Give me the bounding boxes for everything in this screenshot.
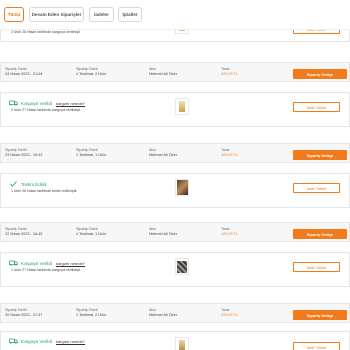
tab-ongoing-orders[interactable]: Devam Eden Siparişler	[29, 7, 84, 22]
shipment-status-text: Kargoya Verildi	[21, 338, 52, 344]
product-thumbnail[interactable]	[175, 179, 189, 196]
delivery-note: 1 ürün 27 Nisan tarihinde kargoya verilm…	[11, 268, 80, 272]
order-card: Sipariş Tarihi 20 Nisan 2023 - 07:47 Sipa…	[0, 303, 350, 350]
order-card: Sipariş Tarihi 22 Nisan 2023 - 16:45 Sipa…	[0, 222, 350, 287]
return-request-button[interactable]: İade Talebi	[293, 102, 340, 112]
shipment-status-text: Teslim Edildi	[21, 181, 47, 187]
shipment-box: Teslim Edildi 1 ürün 26 Nisan tarihinde …	[0, 173, 350, 208]
delivery-note: 2 ürün 27 Nisan tarihinde kargoya verilm…	[11, 108, 80, 112]
truck-icon	[9, 338, 18, 344]
order-header: Sipariş Tarihi 22 Nisan 2023 - 16:45 Sipa…	[0, 222, 350, 242]
return-request-button[interactable]: İade Talebi	[293, 262, 340, 272]
order-summary: 1 Teslimat, 2 Ürün	[76, 72, 107, 77]
shipment-status: Kargoya Verildi kargom nerede?	[9, 338, 85, 344]
check-icon	[10, 181, 17, 187]
delivery-note: 1 ürün 26 Nisan tarihinde teslim edilmiş…	[11, 189, 78, 193]
delivery-note: 2 ürün 26 Nisan tarihinde kargoya verilm…	[11, 30, 80, 34]
order-total: 429,00 TL	[221, 153, 239, 158]
shipment-status-text: Kargoya Verildi	[21, 100, 52, 106]
order-summary: 1 Teslimat, 2 Ürün	[76, 313, 107, 318]
order-total: 229,00 TL	[221, 313, 239, 318]
tab-returns[interactable]: İadeler	[89, 7, 114, 22]
tab-all[interactable]: Tümü	[4, 7, 24, 22]
order-card: Sipariş Tarihi 24 Nisan 2023 - 01:04 Sipa…	[0, 62, 350, 127]
product-thumbnail[interactable]	[175, 98, 189, 115]
truck-icon	[9, 100, 18, 106]
shipment-box: Kargoya Verildi kargom nerede? İade Tale…	[0, 331, 350, 350]
track-shipment-link[interactable]: kargom nerede?	[56, 261, 85, 266]
tab-cancellations[interactable]: İptaller	[118, 7, 142, 22]
order-tabs: Tümü Devam Eden Siparişler İadeler İptal…	[0, 0, 350, 30]
buyer-name: Mehmet Ali Özer	[149, 153, 178, 158]
buyer-name: Mehmet Ali Özer	[149, 313, 178, 318]
product-thumbnail[interactable]	[175, 258, 189, 275]
shipment-status: Teslim Edildi	[9, 181, 47, 187]
buyer-name: Mehmet Ali Özer	[149, 232, 178, 237]
return-request-button[interactable]: İade Talebi	[293, 183, 340, 193]
order-date: 22 Nisan 2023 - 16:45	[5, 232, 43, 237]
shipment-status-text: Kargoya Verildi	[21, 260, 52, 266]
order-date: 20 Nisan 2023 - 07:47	[5, 313, 43, 318]
track-shipment-link[interactable]: kargom nerede?	[56, 339, 85, 344]
order-summary: 1 Teslimat, 1 Ürün	[76, 232, 107, 237]
shipment-status: Kargoya Verildi kargom nerede?	[9, 100, 85, 106]
order-date: 23 Nisan 2023 - 19:43	[5, 153, 43, 158]
order-detail-button[interactable]: Sipariş Detayı	[293, 69, 347, 79]
order-detail-button[interactable]: Sipariş Detayı	[293, 150, 347, 160]
order-summary: 1 Teslimat, 1 Ürün	[76, 153, 107, 158]
order-total: 229,00 TL	[221, 72, 239, 77]
shipment-box: Kargoya Verildi kargom nerede? 1 ürün 27…	[0, 252, 350, 287]
order-total: 129,00 TL	[221, 232, 239, 237]
shipment-box: Kargoya Verildi kargom nerede? 2 ürün 27…	[0, 92, 350, 127]
order-detail-button[interactable]: Sipariş Detayı	[293, 310, 347, 320]
order-header: Sipariş Tarihi 23 Nisan 2023 - 19:43 Sipa…	[0, 143, 350, 163]
order-header: Sipariş Tarihi 24 Nisan 2023 - 01:04 Sipa…	[0, 62, 350, 82]
truck-icon	[9, 260, 18, 266]
order-date: 24 Nisan 2023 - 01:04	[5, 72, 43, 77]
order-detail-button[interactable]: Sipariş Detayı	[293, 229, 347, 239]
return-request-button[interactable]: İade Talebi	[293, 342, 340, 350]
order-header: Sipariş Tarihi 20 Nisan 2023 - 07:47 Sipa…	[0, 303, 350, 323]
shipment-status: Kargoya Verildi kargom nerede?	[9, 260, 85, 266]
product-thumbnail[interactable]	[175, 337, 189, 350]
order-card: Sipariş Tarihi 23 Nisan 2023 - 19:43 Sipa…	[0, 143, 350, 208]
buyer-name: Mehmet Ali Özer	[149, 72, 178, 77]
track-shipment-link[interactable]: kargom nerede?	[56, 101, 85, 106]
